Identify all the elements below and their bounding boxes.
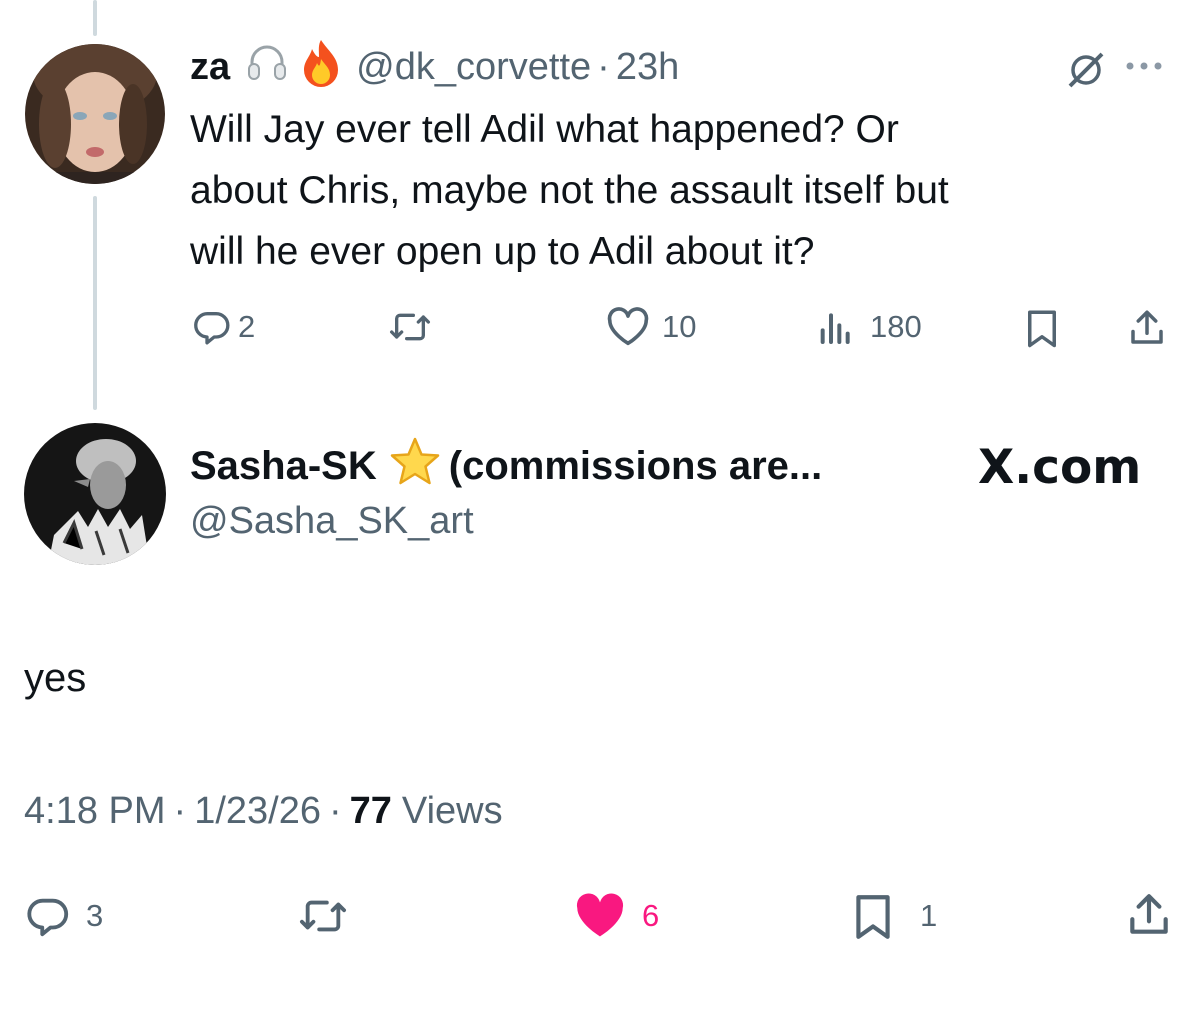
handle[interactable]: @dk_corvette	[356, 46, 591, 89]
views-count: 77	[349, 790, 392, 832]
reply-count: 2	[238, 309, 256, 344]
share-button[interactable]	[1126, 307, 1168, 349]
tweet-text-line: about Chris, maybe not the assault itsel…	[190, 169, 949, 212]
display-name-suffix[interactable]: (commissions are...	[449, 444, 822, 489]
retweet-button[interactable]	[388, 307, 432, 347]
more-icon[interactable]	[1122, 58, 1168, 79]
tweet-text-line: will he ever open up to Adil about it?	[190, 230, 815, 273]
views-label: Views	[401, 790, 503, 832]
meta-dot: ·	[328, 790, 342, 832]
meta-dot: ·	[173, 790, 187, 832]
avatar-sasha[interactable]	[24, 423, 166, 565]
tweet-meta: 4:18 PM · 1/23/26 · 77 Views	[24, 790, 503, 833]
bookmark-button[interactable]	[1022, 307, 1062, 349]
tweet-date[interactable]: 1/23/26	[194, 790, 321, 833]
reply-button[interactable]: 2	[192, 307, 255, 347]
share-icon	[1131, 310, 1163, 344]
x-brand-logo: X.com	[978, 440, 1142, 495]
grok-icon[interactable]	[1064, 48, 1108, 97]
retweet-button[interactable]	[296, 893, 350, 939]
views-button[interactable]: 180	[816, 307, 922, 347]
quoted-tweet-header: za @dk_corvette · 23h	[190, 39, 679, 95]
thread-line-top	[93, 0, 97, 36]
reply-count: 3	[86, 898, 104, 933]
bookmark-count: 1	[920, 898, 938, 933]
timestamp[interactable]: 23h	[616, 46, 679, 89]
share-icon	[1130, 894, 1168, 934]
tweet-text-line: Will Jay ever tell Adil what happened? O…	[190, 108, 899, 151]
retweet-icon	[299, 900, 346, 932]
display-name[interactable]: za	[190, 46, 230, 89]
views-icon	[820, 313, 850, 344]
reply-icon	[27, 898, 69, 937]
like-button[interactable]: 6	[572, 891, 659, 941]
reply-button[interactable]: 3	[24, 893, 103, 939]
like-icon	[576, 893, 624, 937]
thread-line	[93, 196, 97, 410]
headphones-icon	[244, 39, 290, 95]
like-button[interactable]: 10	[606, 307, 696, 347]
bookmark-icon	[1028, 310, 1056, 348]
bookmark-button[interactable]: 1	[850, 891, 937, 941]
dot-separator: ·	[597, 45, 610, 88]
fire-icon	[298, 37, 344, 97]
quoted-tweet-text: Will Jay ever tell Adil what happened? O…	[190, 99, 1180, 282]
reply-tweet-text: yes	[24, 656, 87, 700]
like-count: 10	[662, 309, 697, 344]
views-count: 180	[870, 309, 922, 344]
bookmark-icon	[856, 895, 890, 939]
like-icon	[607, 307, 649, 346]
star-icon	[389, 436, 441, 496]
retweet-icon	[389, 313, 430, 341]
tweet-time[interactable]: 4:18 PM	[24, 790, 166, 833]
reply-icon	[194, 311, 230, 345]
display-name[interactable]: Sasha-SK	[190, 444, 377, 489]
avatar-za[interactable]	[25, 44, 165, 184]
reply-handle[interactable]: @Sasha_SK_art	[190, 500, 474, 543]
share-button[interactable]	[1124, 889, 1174, 941]
reply-tweet-header: Sasha-SK (commissions are...	[190, 436, 822, 496]
like-count: 6	[642, 898, 660, 933]
